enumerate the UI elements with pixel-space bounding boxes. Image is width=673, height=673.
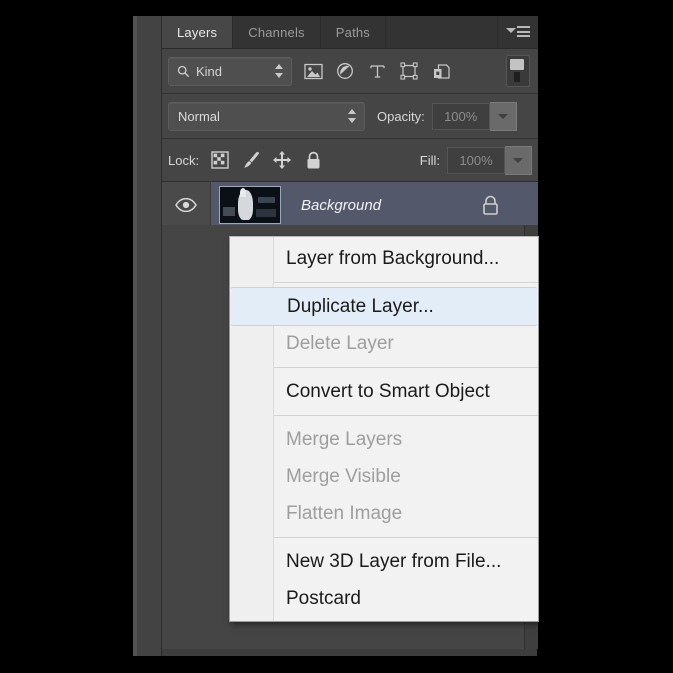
lock-position-move-icon[interactable] [271, 149, 293, 171]
menu-item-label: New 3D Layer from File... [286, 550, 502, 572]
workspace-left-gutter [133, 16, 162, 656]
opacity-input[interactable]: 100% [431, 102, 490, 130]
menu-item-label: Duplicate Layer... [287, 295, 434, 317]
layer-locked-padlock-icon [481, 194, 500, 216]
opacity-label: Opacity: [377, 108, 425, 124]
chevron-down-icon [497, 113, 508, 119]
tab-paths-label: Paths [335, 24, 371, 40]
tab-paths[interactable]: Paths [320, 16, 387, 48]
tab-layers-label: Layers [177, 24, 218, 40]
menu-item-label: Merge Layers [286, 428, 403, 450]
filter-type-icon[interactable] [362, 57, 392, 85]
menu-item-label: Postcard [286, 587, 361, 609]
tab-layers[interactable]: Layers [162, 16, 234, 48]
fill-label: Fill: [419, 152, 440, 168]
tab-channels-label: Channels [248, 24, 305, 40]
menu-item-postcard[interactable]: Postcard [230, 580, 538, 617]
menu-separator [274, 367, 538, 368]
filter-kind-select[interactable]: Kind [168, 56, 292, 86]
lock-label: Lock: [168, 152, 200, 168]
menu-item-label: Delete Layer [286, 332, 394, 354]
screenshot-root: Layers Channels Paths Kind Normal Opacit… [0, 0, 673, 673]
menu-item-new-3d-layer-from-file[interactable]: New 3D Layer from File... [230, 543, 538, 580]
menu-item-merge-layers: Merge Layers [230, 421, 538, 458]
filter-pixel-icon[interactable] [298, 57, 328, 85]
lock-all-padlock-icon[interactable] [302, 149, 324, 171]
filter-smartobject-icon[interactable] [426, 57, 456, 85]
menu-separator [274, 537, 538, 538]
lock-icon-group [209, 149, 324, 171]
panel-menu-icon [506, 25, 530, 39]
menu-item-convert-to-smart-object[interactable]: Convert to Smart Object [230, 373, 538, 410]
menu-item-label: Flatten Image [286, 502, 403, 524]
eye-visibility-icon [175, 198, 197, 212]
tabstrip-filler [386, 16, 498, 48]
fill-input[interactable]: 100% [447, 146, 505, 174]
menu-item-layer-from-background[interactable]: Layer from Background... [230, 240, 538, 277]
layer-name-label[interactable]: Background [301, 197, 381, 214]
chevron-down-icon [513, 157, 523, 163]
filter-shape-icon[interactable] [394, 57, 424, 85]
menu-separator [274, 282, 538, 283]
menu-item-merge-visible: Merge Visible [230, 458, 538, 495]
menu-separator [274, 415, 538, 416]
layer-context-menu: Layer from Background... Duplicate Layer… [229, 236, 539, 622]
filter-adjustment-icon[interactable] [330, 57, 360, 85]
lock-image-brush-icon[interactable] [240, 149, 262, 171]
menu-item-label: Merge Visible [286, 465, 401, 487]
lock-transparency-icon[interactable] [209, 149, 231, 171]
menu-item-label: Layer from Background... [286, 247, 500, 269]
lock-row: Lock: Fill: 100% [162, 139, 538, 182]
workspace-left-gutter-inner [137, 16, 161, 656]
layer-thumbnail [219, 186, 281, 224]
blend-mode-value: Normal [178, 108, 220, 124]
filter-icon-group [298, 57, 456, 85]
layer-visibility-toggle[interactable] [162, 182, 211, 228]
tab-channels[interactable]: Channels [233, 16, 321, 48]
layer-row-background[interactable]: Background [162, 182, 538, 229]
menu-item-label: Convert to Smart Object [286, 380, 490, 402]
filter-enable-toggle[interactable] [506, 55, 530, 87]
panel-tabstrip: Layers Channels Paths [162, 16, 538, 49]
menu-item-flatten-image: Flatten Image [230, 495, 538, 532]
fill-value: 100% [459, 152, 493, 168]
layer-filter-row: Kind [162, 49, 538, 94]
panel-menu-button[interactable] [498, 16, 538, 48]
magnifier-icon [177, 65, 190, 78]
opacity-value: 100% [444, 108, 478, 124]
filter-kind-label: Kind [196, 63, 223, 79]
spinner-updown-icon [275, 63, 284, 79]
blend-mode-row: Normal Opacity: 100% [162, 94, 538, 139]
blend-mode-spinner-icon [348, 108, 357, 124]
blend-mode-select[interactable]: Normal [168, 101, 365, 131]
menu-item-delete-layer: Delete Layer [230, 325, 538, 362]
opacity-dropdown-button[interactable] [489, 101, 517, 131]
menu-item-duplicate-layer[interactable]: Duplicate Layer... [231, 287, 537, 326]
fill-dropdown-button[interactable] [505, 145, 532, 175]
